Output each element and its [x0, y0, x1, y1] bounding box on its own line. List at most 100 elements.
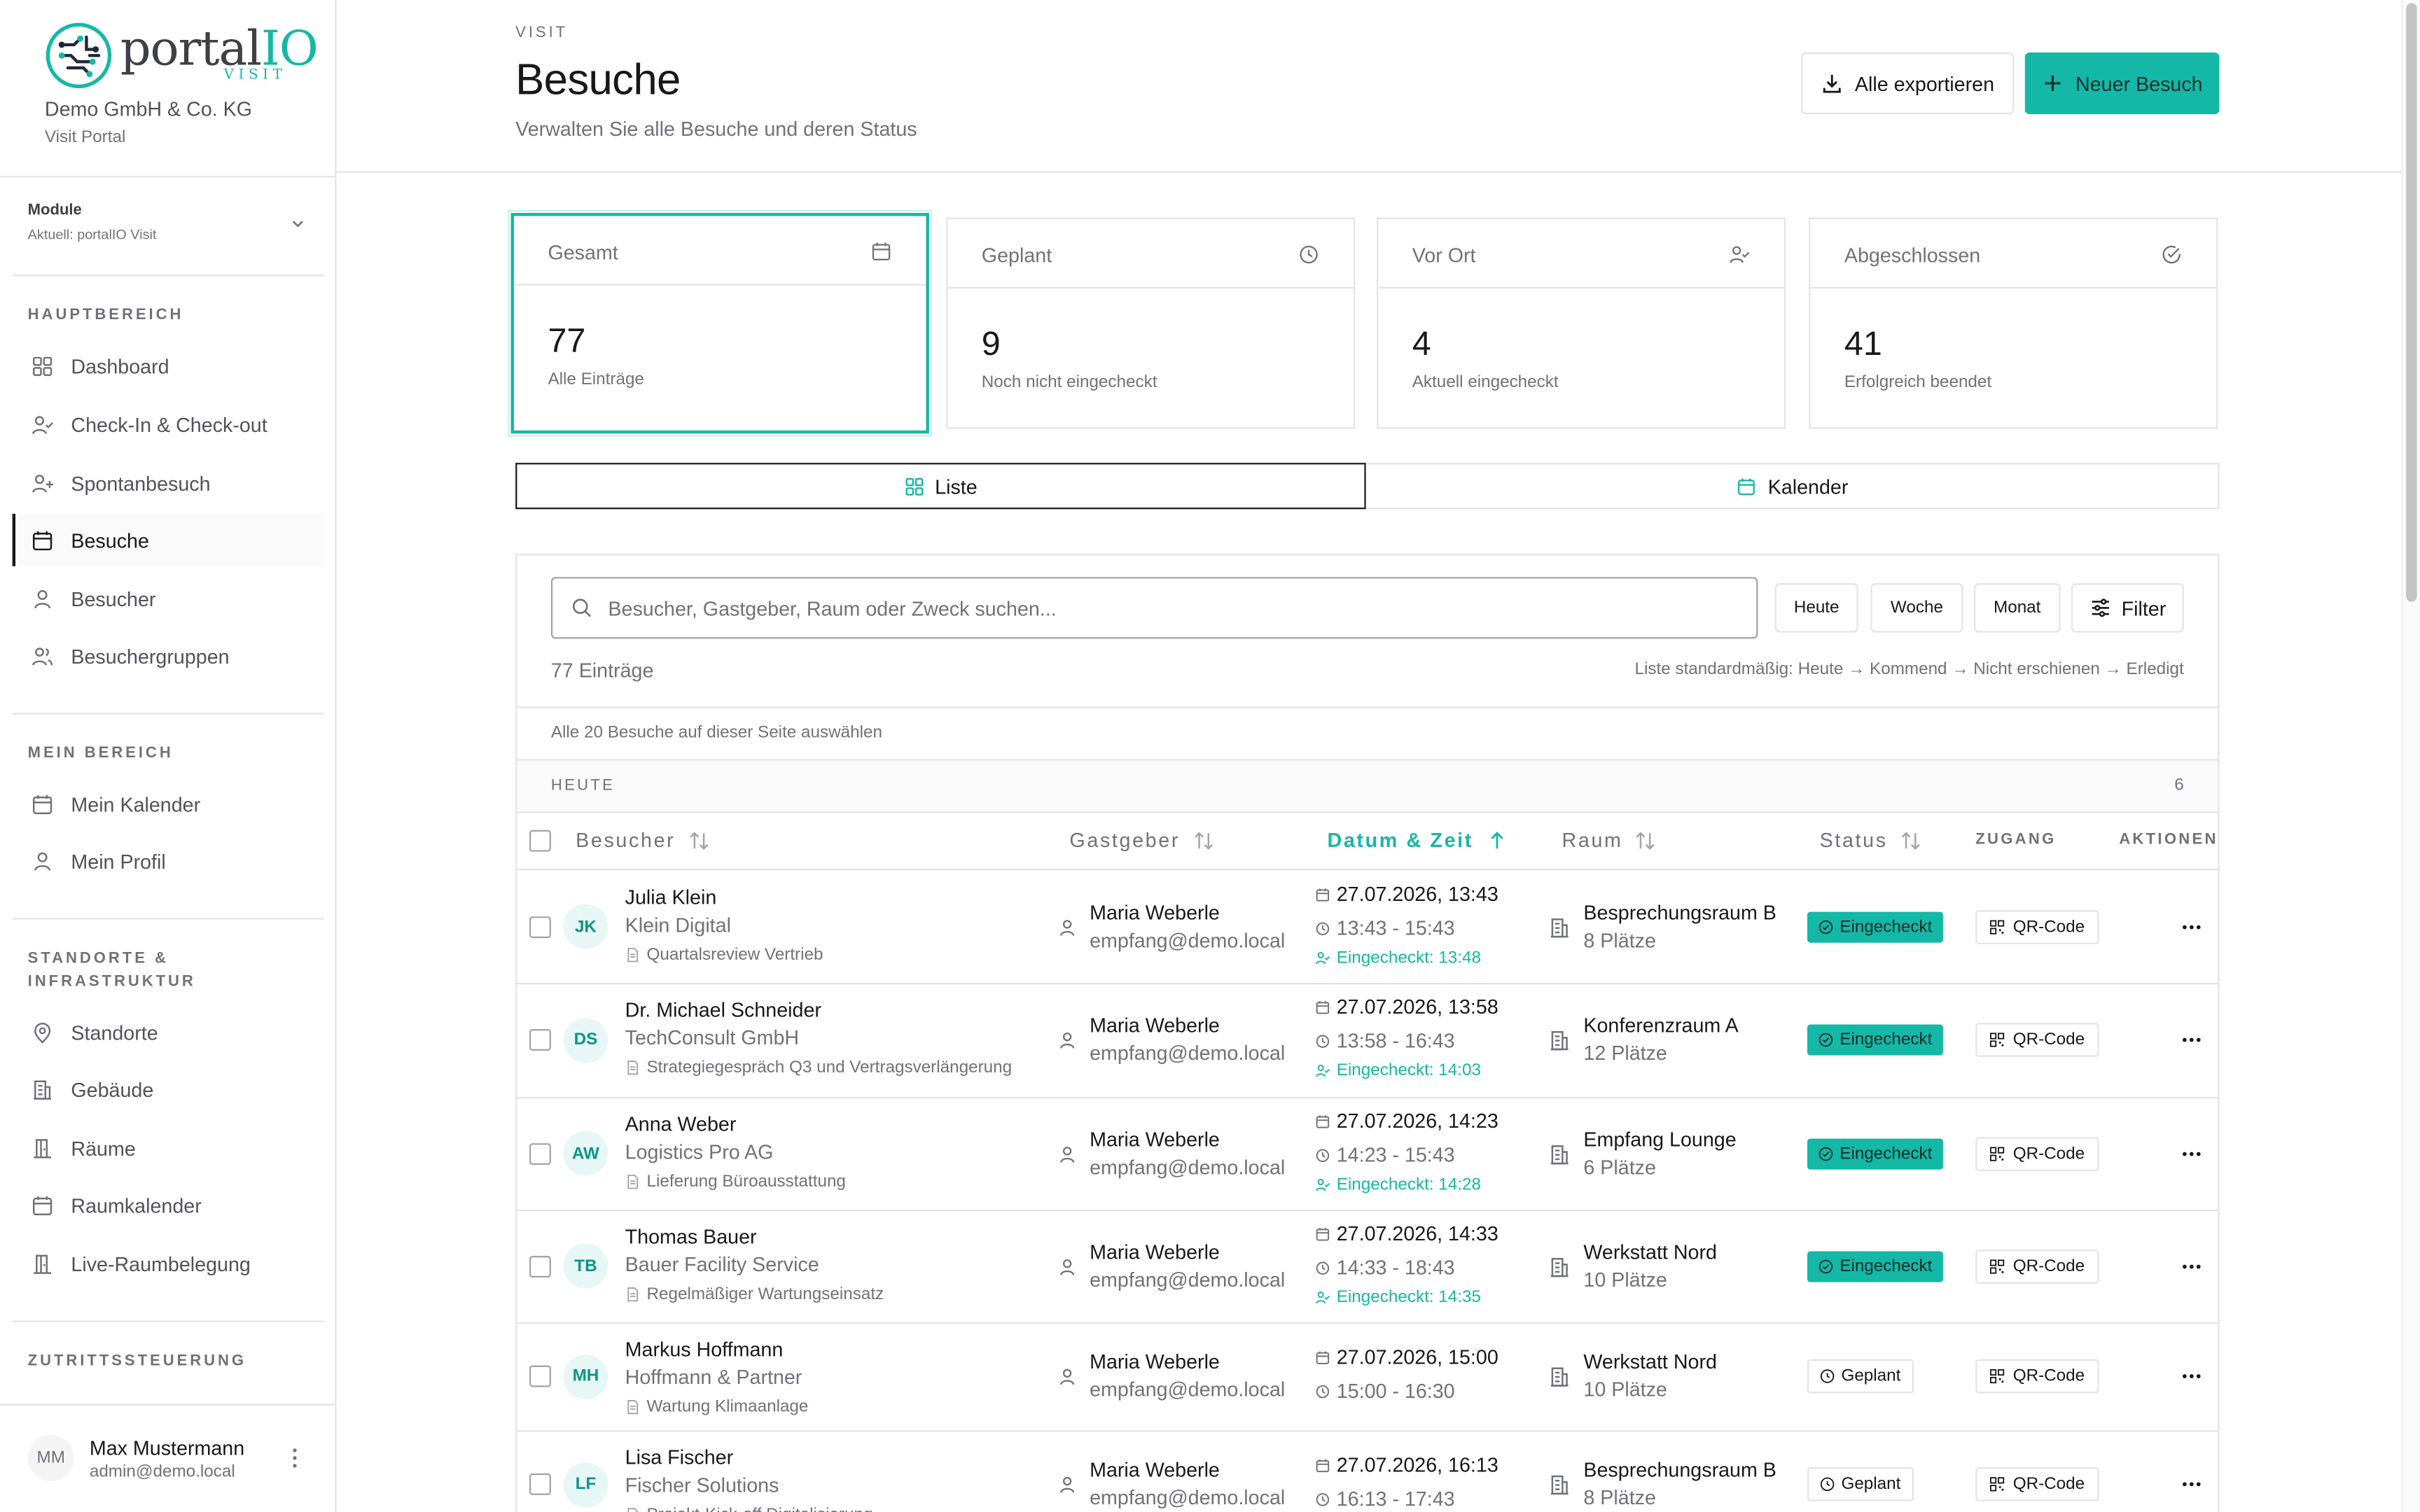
stat-card-vor-ort[interactable]: Vor Ort 4 Aktuell eingecheckt — [1377, 217, 1786, 429]
room-name: Besprechungsraum B — [1583, 900, 1776, 924]
brand-logo[interactable]: portalIO VISIT — [43, 20, 319, 91]
clock-icon — [1316, 1148, 1330, 1161]
sidebar-item-besuche[interactable]: Besuche — [12, 513, 324, 566]
sidebar-item-mein-profil[interactable]: Mein Profil — [13, 834, 324, 887]
sidebar-item-label: Besuchergruppen — [71, 644, 230, 668]
row-checkbox[interactable] — [529, 1255, 551, 1277]
sidebar-item-dashboard[interactable]: Dashboard — [13, 340, 324, 392]
table-row[interactable]: AW Anna Weber Logistics Pro AG Lieferung Bü… — [517, 1097, 2218, 1212]
filter-button[interactable]: Filter — [2071, 583, 2184, 633]
column-header-raum[interactable]: Raum — [1562, 829, 1657, 852]
host-name: Maria Weberle — [1090, 1127, 1220, 1151]
tab-kalender[interactable]: Kalender — [1368, 464, 2218, 507]
status-badge: Eingecheckt — [1807, 1138, 1943, 1169]
row-checkbox[interactable] — [529, 1365, 551, 1387]
qr-code-button[interactable]: QR-Code — [1975, 1467, 2099, 1502]
row-checkbox[interactable] — [529, 1473, 551, 1495]
visitor-name[interactable]: Lisa Fischer — [625, 1446, 733, 1469]
sidebar-item-besucher[interactable]: Besucher — [13, 573, 324, 625]
table-row[interactable]: TB Thomas Bauer Bauer Facility Service Rege… — [517, 1210, 2218, 1324]
more-horizontal-icon[interactable] — [2181, 922, 2202, 931]
row-checkbox[interactable] — [529, 1142, 551, 1164]
column-header-besucher[interactable]: Besucher — [576, 829, 709, 852]
column-header-datum-zeit[interactable]: Datum & Zeit — [1328, 829, 1508, 852]
table-row[interactable]: DS Dr. Michael Schneider TechConsult GmbH S… — [517, 983, 2218, 1099]
visitor-name[interactable]: Markus Hoffmann — [625, 1338, 784, 1361]
more-horizontal-icon[interactable] — [2181, 1480, 2202, 1489]
visitor-name[interactable]: Anna Weber — [625, 1112, 737, 1135]
filter-week-button[interactable]: Woche — [1870, 583, 1963, 633]
row-checkbox[interactable] — [529, 916, 551, 937]
qr-code-button[interactable]: QR-Code — [1975, 1249, 2099, 1283]
visitor-name[interactable]: Thomas Bauer — [625, 1225, 757, 1248]
more-vertical-icon[interactable] — [287, 1444, 302, 1472]
sidebar-item-live-raumbelegung[interactable]: Live-Raumbelegung — [13, 1238, 324, 1290]
clock-icon — [1820, 1369, 1835, 1383]
filter-today-button[interactable]: Heute — [1774, 583, 1858, 633]
table-row[interactable]: MH Markus Hoffmann Hoffmann & Partner Wartu… — [517, 1322, 2218, 1432]
select-all-checkbox[interactable] — [529, 830, 551, 852]
table-row[interactable]: JK Julia Klein Klein Digital Quartalsreview… — [517, 870, 2218, 985]
stat-card-abgeschlossen[interactable]: Abgeschlossen 41 Erfolgreich beendet — [1809, 217, 2218, 429]
sidebar-item-check-in[interactable]: Check-In & Check-out — [13, 398, 324, 451]
visitor-name[interactable]: Dr. Michael Schneider — [625, 998, 821, 1021]
sidebar-item-raumkalender[interactable]: Raumkalender — [13, 1179, 324, 1231]
visit-date: 27.07.2026, 14:23 — [1315, 1110, 1498, 1133]
sidebar-item-gebaeude[interactable]: Gebäude — [13, 1063, 324, 1116]
more-horizontal-icon[interactable] — [2181, 1371, 2202, 1380]
divider — [0, 176, 337, 178]
sidebar-item-mein-kalender[interactable]: Mein Kalender — [13, 778, 324, 830]
more-horizontal-icon[interactable] — [2181, 1035, 2202, 1044]
stat-label: Geplant — [981, 244, 1052, 267]
sort-icon — [689, 831, 708, 849]
row-checkbox[interactable] — [529, 1029, 551, 1051]
page-scrollbar[interactable] — [2401, 0, 2420, 1512]
stat-card-geplant[interactable]: Geplant 9 Noch nicht eingecheckt — [946, 217, 1356, 429]
more-horizontal-icon[interactable] — [2181, 1261, 2202, 1270]
brand-name: portalIO — [120, 21, 319, 78]
stat-value: 4 — [1412, 323, 1431, 363]
more-horizontal-icon[interactable] — [2181, 1149, 2202, 1158]
user-icon — [1060, 1368, 1075, 1385]
host-name: Maria Weberle — [1090, 1014, 1220, 1037]
qr-code-icon — [1990, 1477, 2005, 1492]
filter-month-button[interactable]: Monat — [1974, 583, 2061, 633]
brand-product: VISIT — [223, 67, 287, 84]
sidebar-item-besuchergruppen[interactable]: Besuchergruppen — [13, 629, 324, 682]
sidebar-item-spontanbesuch[interactable]: Spontanbesuch — [13, 456, 324, 509]
divider — [517, 759, 2218, 761]
check-circle-icon — [2162, 245, 2181, 264]
visit-date: 27.07.2026, 16:13 — [1315, 1453, 1498, 1476]
qr-code-button[interactable]: QR-Code — [1975, 1136, 2099, 1170]
user-icon — [1060, 1259, 1075, 1275]
table-row[interactable]: LF Lisa Fischer Fischer Solutions Projekt-K… — [517, 1430, 2218, 1512]
module-switcher[interactable]: Module Aktuell: portalIO Visit — [28, 202, 314, 252]
sidebar-item-raeume[interactable]: Räume — [13, 1121, 324, 1174]
search-input[interactable]: Besucher, Gastgeber, Raum oder Zweck suc… — [550, 577, 1758, 639]
visitor-company: Bauer Facility Service — [625, 1252, 819, 1276]
visits-panel: Besucher, Gastgeber, Raum oder Zweck suc… — [515, 554, 2220, 1512]
file-text-icon — [627, 948, 639, 962]
calendar-icon — [1316, 1227, 1330, 1240]
tab-liste[interactable]: Liste — [515, 463, 1366, 510]
dashboard-icon — [32, 356, 53, 376]
sidebar-item-standorte[interactable]: Standorte — [13, 1006, 324, 1058]
qr-code-button[interactable]: QR-Code — [1975, 909, 2099, 944]
column-header-gastgeber[interactable]: Gastgeber — [1069, 829, 1214, 852]
scrollbar-thumb[interactable] — [2406, 3, 2417, 602]
visit-purpose: Lieferung Büroausstattung — [625, 1172, 846, 1191]
select-all-link[interactable]: Alle 20 Besuche auf dieser Seite auswähl… — [551, 724, 882, 742]
stat-card-gesamt[interactable]: Gesamt 77 Alle Einträge — [508, 209, 933, 437]
new-visit-button[interactable]: Neuer Besuch — [2024, 52, 2220, 115]
visitor-name[interactable]: Julia Klein — [625, 886, 717, 909]
qr-code-button[interactable]: QR-Code — [1975, 1359, 2099, 1394]
room-capacity: 8 Plätze — [1583, 1485, 1656, 1509]
column-header-status[interactable]: Status — [1820, 829, 1922, 852]
qr-code-button[interactable]: QR-Code — [1975, 1023, 2099, 1057]
user-profile[interactable]: MM Max Mustermann admin@demo.local — [27, 1416, 321, 1502]
qr-code-icon — [1990, 1368, 2005, 1384]
export-all-button[interactable]: Alle exportieren — [1801, 52, 2015, 115]
stat-description: Alle Einträge — [548, 370, 644, 389]
view-tabs: Liste Kalender — [515, 463, 2220, 510]
sidebar-item-label: Räume — [71, 1136, 136, 1160]
